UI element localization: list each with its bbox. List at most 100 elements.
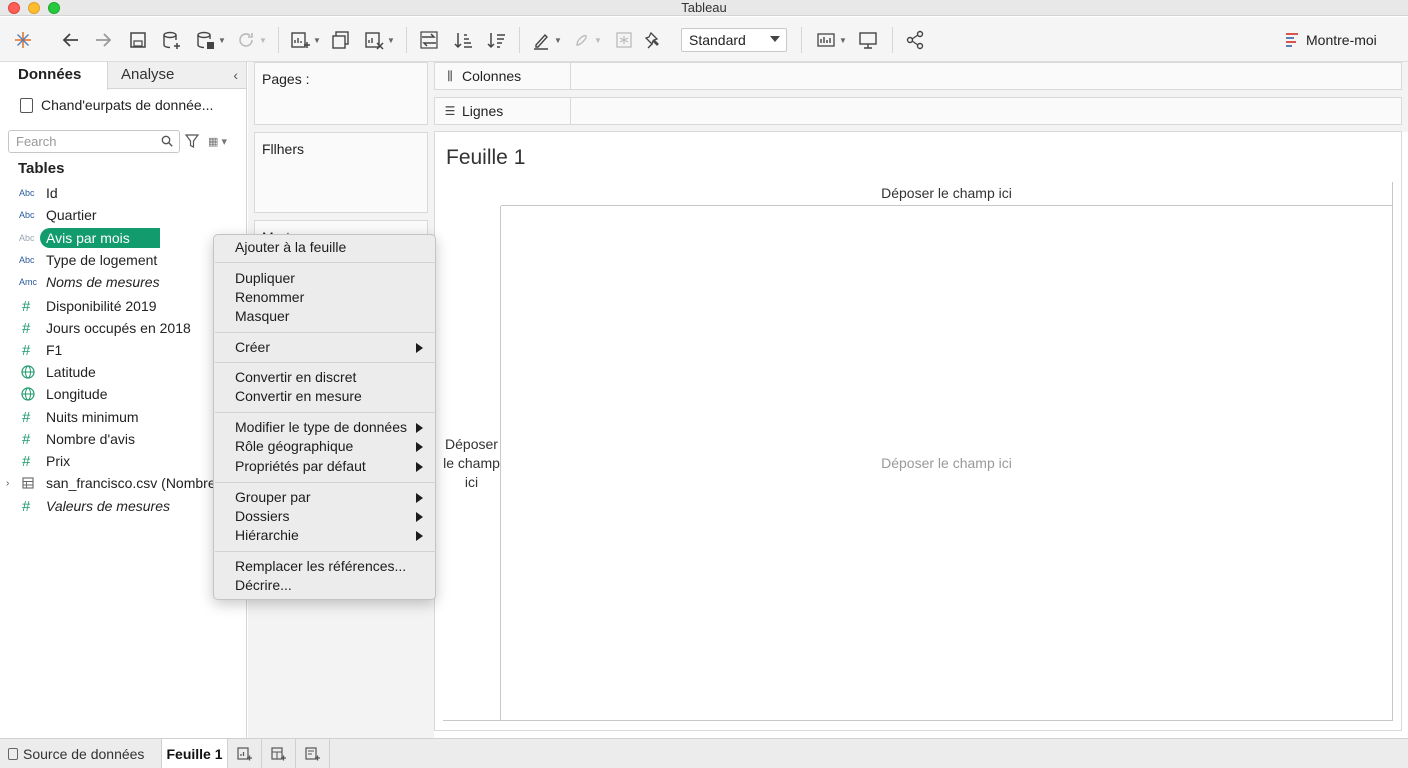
menu-item-change-data-type[interactable]: Modifier le type de données (214, 418, 435, 437)
filters-shelf[interactable]: Fllhers (254, 132, 428, 213)
menu-item-group-by[interactable]: Grouper par (214, 488, 435, 507)
submenu-arrow-icon (416, 531, 423, 541)
highlight-icon[interactable]: ▼ (528, 28, 564, 52)
datasource-item[interactable]: Chand'eurpats de donnée... (20, 95, 213, 115)
submenu-arrow-icon (416, 442, 423, 452)
menu-item-label: Créer (235, 339, 271, 355)
field-item[interactable]: Latitude (0, 361, 246, 383)
presentation-icon[interactable] (855, 28, 881, 52)
filter-icon[interactable] (185, 133, 199, 149)
menu-separator (215, 412, 436, 413)
field-item[interactable]: › san_francisco.csv (Nombre (0, 472, 246, 494)
menu-item-duplicate[interactable]: Dupliquer (214, 269, 435, 288)
share-icon[interactable] (902, 28, 928, 52)
redo-icon[interactable] (90, 28, 116, 52)
rows-shelf-label: Lignes (462, 103, 504, 119)
sort-descending-icon[interactable] (483, 28, 509, 52)
show-me-button[interactable]: Montre-moi (1286, 28, 1377, 52)
tab-donnees[interactable]: Données (0, 62, 108, 90)
row-drop-zone[interactable]: Déposer le champ ici (443, 206, 501, 721)
fit-width-icon[interactable]: ▼ (812, 28, 850, 52)
submenu-arrow-icon (416, 423, 423, 433)
menu-item-describe[interactable]: Décrire... (214, 576, 435, 595)
menu-item-label: Décrire... (235, 577, 292, 593)
new-datasource-icon[interactable] (158, 28, 184, 52)
duplicate-sheet-icon[interactable] (328, 28, 354, 52)
menu-item-folders[interactable]: Dossiers (214, 507, 435, 526)
sheet-title[interactable]: Feuille 1 (446, 146, 525, 170)
menu-separator (215, 362, 436, 363)
field-item[interactable]: # F1 (0, 339, 246, 361)
refresh-icon[interactable]: ▼ (232, 28, 270, 52)
chevron-right-icon[interactable]: › (6, 478, 9, 489)
field-item[interactable]: # Jours occupés en 2018 (0, 317, 246, 339)
worksheet-canvas: Feuille 1 Déposer le champ ici Déposer l… (434, 131, 1402, 731)
menu-separator (215, 262, 436, 263)
toolbar-separator (519, 27, 520, 53)
search-input[interactable]: Fearch (8, 130, 180, 153)
menu-item-hide[interactable]: Masquer (214, 307, 435, 326)
sort-ascending-icon[interactable] (450, 28, 476, 52)
pause-updates-icon[interactable]: ▼ (190, 28, 230, 52)
menu-item-create[interactable]: Créer (214, 338, 435, 357)
field-label: Disponibilité 2019 (46, 298, 157, 314)
menu-item-geographic-role[interactable]: Rôle géographique (214, 437, 435, 456)
group-members-icon[interactable]: ▼ (568, 28, 604, 52)
menu-item-rename[interactable]: Renommer (214, 288, 435, 307)
field-item[interactable]: Abc Quartier (0, 204, 246, 226)
number-type-icon: # (22, 297, 31, 315)
field-item[interactable]: Amc Noms de mesures (0, 271, 246, 293)
show-labels-icon[interactable] (612, 28, 636, 52)
menu-item-add-to-sheet[interactable]: Ajouter à la feuille (214, 238, 435, 257)
fix-axes-icon[interactable] (642, 28, 666, 52)
view-mode-select[interactable]: Standard (681, 28, 787, 52)
datasource-icon (20, 97, 33, 113)
field-label: Noms de mesures (46, 274, 160, 290)
menu-item-replace-references[interactable]: Remplacer les références... (214, 557, 435, 576)
rows-shelf[interactable]: ☰ Lignes (434, 97, 1402, 125)
string-type-icon: Abc (19, 255, 35, 265)
field-label: Nuits minimum (46, 409, 139, 425)
menu-separator (215, 551, 436, 552)
field-item[interactable]: # Nuits minimum (0, 406, 246, 428)
tab-data-source[interactable]: Source de données (0, 739, 162, 768)
field-label: Type de logement (46, 252, 158, 268)
new-dashboard-tab-icon[interactable] (262, 739, 296, 768)
new-story-tab-icon[interactable] (296, 739, 330, 768)
new-worksheet-icon[interactable]: ▼ (286, 28, 324, 52)
column-drop-zone[interactable]: Déposer le champ ici (501, 182, 1393, 206)
field-item[interactable]: # Nombre d'avis (0, 428, 246, 450)
field-item[interactable]: Longitude (0, 383, 246, 405)
collapse-pane-icon[interactable]: ‹ (233, 67, 238, 83)
submenu-arrow-icon (416, 493, 423, 503)
menu-item-default-properties[interactable]: Propriétés par défaut (214, 457, 435, 476)
field-item[interactable]: # Prix (0, 450, 246, 472)
tab-sheet-1[interactable]: Feuille 1 (162, 739, 228, 768)
field-item[interactable]: # Valeurs de mesures (0, 495, 246, 517)
toolbar-separator (892, 27, 893, 53)
save-icon[interactable] (126, 28, 150, 52)
clear-sheet-icon[interactable]: ▼ (360, 28, 398, 52)
menu-item-convert-discrete[interactable]: Convertir en discret (214, 368, 435, 387)
view-options-icon[interactable]: ▦ ▾ (208, 135, 227, 148)
field-item[interactable]: # Disponibilité 2019 (0, 295, 246, 317)
rows-shelf-header: ☰ Lignes (435, 98, 571, 124)
view-drop-zone[interactable]: Déposer le champ ici (501, 206, 1393, 721)
columns-shelf[interactable]: ⫼ Colonnes (434, 62, 1402, 90)
tableau-logo-icon[interactable] (10, 28, 36, 52)
new-worksheet-tab-icon[interactable] (228, 739, 262, 768)
pages-shelf[interactable]: Pages : (254, 62, 428, 125)
swap-rows-columns-icon[interactable] (416, 28, 442, 52)
undo-icon[interactable] (58, 28, 84, 52)
menu-item-hierarchy[interactable]: Hiérarchie (214, 526, 435, 545)
field-label: Nombre d'avis (46, 431, 136, 447)
menu-item-convert-measure[interactable]: Convertir en mesure (214, 387, 435, 406)
field-item-selected[interactable]: Abc Avis par mois (0, 227, 246, 249)
tab-analyse[interactable]: Analyse (121, 62, 174, 89)
window-title: Tableau (681, 0, 727, 15)
toolbar: ▼ ▼ ▼ ▼ ▼ ▼ Standard ▼ Montre-moi (0, 17, 1408, 62)
field-item[interactable]: Abc Id (0, 182, 246, 204)
number-type-icon: # (22, 497, 31, 515)
field-item[interactable]: Abc Type de logement (0, 249, 246, 271)
field-label: Jours occupés en 2018 (46, 320, 191, 336)
